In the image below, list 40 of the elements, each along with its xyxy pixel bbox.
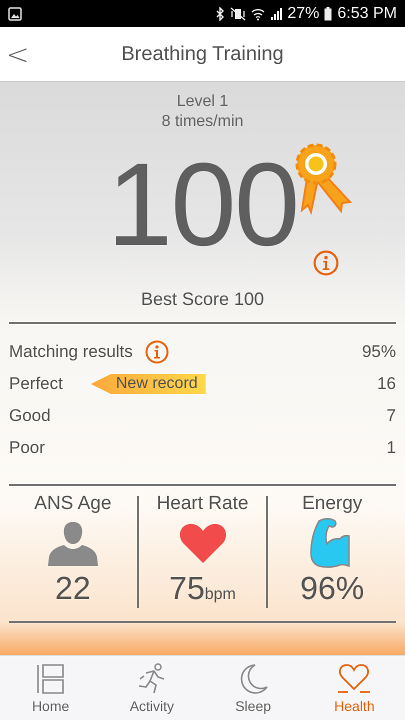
rate-label: 8 times/min — [160, 112, 244, 132]
person-icon — [48, 520, 98, 566]
result-value: 16 — [377, 374, 396, 394]
tab[interactable]: Health — [304, 656, 405, 720]
metric-label: ANS Age — [34, 492, 112, 516]
best-score: Best Score 100 — [140, 289, 266, 310]
clock: 6:53 PM — [337, 4, 397, 22]
info-icon[interactable] — [144, 340, 169, 364]
metric-value: 96% — [300, 570, 364, 606]
battery-icon — [324, 6, 332, 20]
vibrate-icon — [230, 6, 246, 20]
back-button[interactable]: < — [0, 38, 36, 70]
gallery-icon — [8, 6, 22, 20]
metric-label: Energy — [302, 492, 362, 516]
battery-percent: 27% — [287, 4, 320, 22]
unit-label: bpm — [204, 586, 236, 603]
tab[interactable]: Home — [0, 656, 102, 720]
result-label: Good — [9, 406, 51, 426]
result-label: Poor — [9, 438, 45, 458]
home-icon — [34, 662, 67, 694]
tab[interactable]: Sleep — [202, 656, 304, 720]
bluetooth-icon — [215, 6, 226, 20]
wifi-icon — [251, 6, 266, 20]
result-label: Perfect — [9, 374, 63, 394]
record-badge: New record — [90, 374, 206, 394]
tab[interactable]: Activity — [101, 656, 202, 720]
metric-label: Heart Rate — [156, 492, 248, 516]
signal-icon — [270, 6, 282, 20]
result-value: 7 — [386, 406, 396, 426]
level-label: Level 1 — [176, 92, 230, 112]
score-value: 100 — [107, 146, 298, 264]
result-value: 95% — [362, 342, 396, 362]
result-value: 1 — [386, 438, 396, 458]
screen-title: Breathing Training — [121, 42, 284, 66]
metric-value: 22 — [55, 570, 91, 606]
info-icon[interactable] — [313, 250, 339, 276]
health-icon — [338, 662, 370, 694]
metric-value: 75 — [169, 570, 205, 606]
heart-icon — [178, 522, 226, 564]
result-label: Matching results — [9, 342, 133, 362]
